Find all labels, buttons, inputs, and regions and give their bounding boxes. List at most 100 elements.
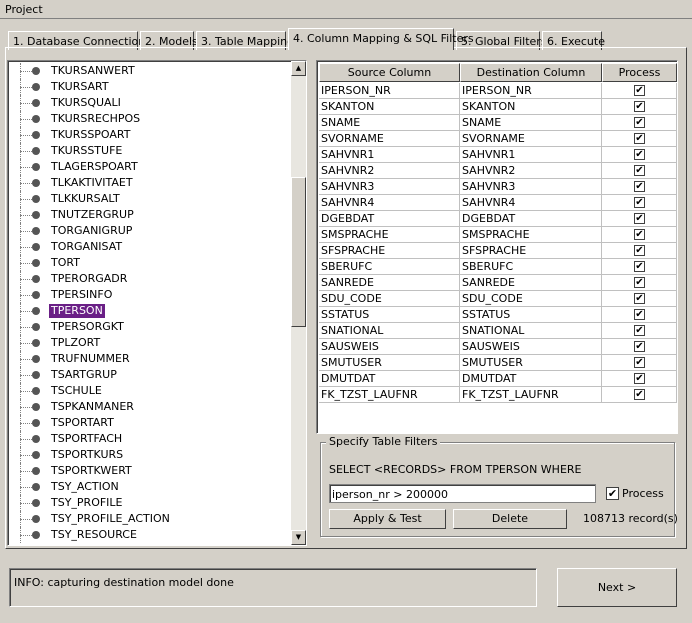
- source-cell[interactable]: SNATIONAL: [319, 323, 460, 339]
- tree-item[interactable]: TKURSSTUFE: [8, 143, 293, 159]
- source-cell[interactable]: IPERSON_NR: [319, 83, 460, 99]
- table-row[interactable]: IPERSON_NR IPERSON_NR ✔: [319, 83, 677, 99]
- process-checkbox[interactable]: ✔: [634, 293, 645, 304]
- process-checkbox[interactable]: ✔: [634, 213, 645, 224]
- process-checkbox[interactable]: ✔: [634, 165, 645, 176]
- table-row[interactable]: SAUSWEIS SAUSWEIS ✔: [319, 339, 677, 355]
- table-row[interactable]: SMUTUSER SMUTUSER ✔: [319, 355, 677, 371]
- tree-item[interactable]: TLKKURSALT: [8, 191, 293, 207]
- destination-cell[interactable]: SDU_CODE: [460, 291, 602, 307]
- source-cell[interactable]: SKANTON: [319, 99, 460, 115]
- tree-item[interactable]: TPERORGADR: [8, 271, 293, 287]
- source-cell[interactable]: SAUSWEIS: [319, 339, 460, 355]
- destination-cell[interactable]: SAHVNR4: [460, 195, 602, 211]
- source-cell[interactable]: SAHVNR1: [319, 147, 460, 163]
- tree-item[interactable]: TORGANIGRUP: [8, 223, 293, 239]
- source-cell[interactable]: DMUTDAT: [319, 371, 460, 387]
- destination-cell[interactable]: SMSPRACHE: [460, 227, 602, 243]
- destination-cell[interactable]: SMUTUSER: [460, 355, 602, 371]
- table-row[interactable]: SKANTON SKANTON ✔: [319, 99, 677, 115]
- destination-cell[interactable]: SVORNAME: [460, 131, 602, 147]
- tree-item[interactable]: TSY_RESOURCE: [8, 527, 293, 543]
- destination-cell[interactable]: SSTATUS: [460, 307, 602, 323]
- process-checkbox[interactable]: ✔: [634, 389, 645, 400]
- source-cell[interactable]: SDU_CODE: [319, 291, 460, 307]
- source-cell[interactable]: SMUTUSER: [319, 355, 460, 371]
- destination-cell[interactable]: SNATIONAL: [460, 323, 602, 339]
- tree-item[interactable]: TKURSART: [8, 79, 293, 95]
- tree-item[interactable]: TKURSRECHPOS: [8, 111, 293, 127]
- tree-item[interactable]: TSY_PROFILE: [8, 495, 293, 511]
- destination-cell[interactable]: SBERUFC: [460, 259, 602, 275]
- destination-cell[interactable]: SANREDE: [460, 275, 602, 291]
- scroll-thumb[interactable]: [291, 177, 306, 327]
- table-row[interactable]: SMSPRACHE SMSPRACHE ✔: [319, 227, 677, 243]
- tree-item[interactable]: TPERSINFO: [8, 287, 293, 303]
- process-checkbox[interactable]: ✔: [634, 357, 645, 368]
- source-cell[interactable]: SSTATUS: [319, 307, 460, 323]
- tree-item[interactable]: TSY_ACTION: [8, 479, 293, 495]
- source-cell[interactable]: DGEBDAT: [319, 211, 460, 227]
- tree-item[interactable]: TSARTGRUP: [8, 367, 293, 383]
- tree-item[interactable]: TRUFNUMMER: [8, 351, 293, 367]
- source-cell[interactable]: FK_TZST_LAUFNR: [319, 387, 460, 403]
- destination-cell[interactable]: SAHVNR1: [460, 147, 602, 163]
- tree-item[interactable]: TKURSANWERT: [8, 63, 293, 79]
- source-cell[interactable]: SMSPRACHE: [319, 227, 460, 243]
- destination-cell[interactable]: FK_TZST_LAUFNR: [460, 387, 602, 403]
- apply-test-button[interactable]: Apply & Test: [329, 509, 446, 529]
- process-checkbox[interactable]: ✔: [634, 229, 645, 240]
- process-checkbox[interactable]: ✔: [634, 373, 645, 384]
- table-row[interactable]: SDU_CODE SDU_CODE ✔: [319, 291, 677, 307]
- destination-column-header[interactable]: Destination Column: [460, 63, 602, 82]
- destination-cell[interactable]: SAHVNR3: [460, 179, 602, 195]
- process-checkbox[interactable]: ✔: [634, 181, 645, 192]
- filter-process-checkbox[interactable]: ✔: [606, 487, 619, 500]
- delete-button[interactable]: Delete: [453, 509, 567, 529]
- process-checkbox[interactable]: ✔: [634, 197, 645, 208]
- tree-item[interactable]: TSPORTFACH: [8, 431, 293, 447]
- process-checkbox[interactable]: ✔: [634, 261, 645, 272]
- table-row[interactable]: SVORNAME SVORNAME ✔: [319, 131, 677, 147]
- table-row[interactable]: DMUTDAT DMUTDAT ✔: [319, 371, 677, 387]
- process-header[interactable]: Process: [602, 63, 677, 82]
- destination-cell[interactable]: DGEBDAT: [460, 211, 602, 227]
- tree-item[interactable]: TORT: [8, 255, 293, 271]
- tree-item[interactable]: TLKAKTIVITAET: [8, 175, 293, 191]
- process-checkbox[interactable]: ✔: [634, 149, 645, 160]
- process-checkbox[interactable]: ✔: [634, 133, 645, 144]
- tree-item[interactable]: TSPKANMANER: [8, 399, 293, 415]
- destination-cell[interactable]: IPERSON_NR: [460, 83, 602, 99]
- source-cell[interactable]: SANREDE: [319, 275, 460, 291]
- scroll-up-button[interactable]: ▲: [291, 61, 306, 76]
- tree-item[interactable]: TPERSON: [8, 303, 293, 319]
- tree-scrollbar[interactable]: ▲ ▼: [291, 61, 306, 545]
- table-row[interactable]: SNAME SNAME ✔: [319, 115, 677, 131]
- process-checkbox[interactable]: ✔: [634, 85, 645, 96]
- tree-item[interactable]: TSPORTART: [8, 415, 293, 431]
- process-checkbox[interactable]: ✔: [634, 309, 645, 320]
- process-checkbox[interactable]: ✔: [634, 325, 645, 336]
- tree-item[interactable]: TKURSSPOART: [8, 127, 293, 143]
- process-checkbox[interactable]: ✔: [634, 341, 645, 352]
- source-cell[interactable]: SAHVNR4: [319, 195, 460, 211]
- process-checkbox[interactable]: ✔: [634, 117, 645, 128]
- destination-cell[interactable]: SFSPRACHE: [460, 243, 602, 259]
- tree-item[interactable]: TSPORTKURS: [8, 447, 293, 463]
- tree-item[interactable]: TKURSQUALI: [8, 95, 293, 111]
- source-cell[interactable]: SBERUFC: [319, 259, 460, 275]
- table-row[interactable]: SAHVNR2 SAHVNR2 ✔: [319, 163, 677, 179]
- process-checkbox[interactable]: ✔: [634, 277, 645, 288]
- table-row[interactable]: FK_TZST_LAUFNR FK_TZST_LAUFNR ✔: [319, 387, 677, 403]
- tree-item[interactable]: TSY_PROFILE_ACTION: [8, 511, 293, 527]
- source-cell[interactable]: SVORNAME: [319, 131, 460, 147]
- table-row[interactable]: SNATIONAL SNATIONAL ✔: [319, 323, 677, 339]
- source-cell[interactable]: SFSPRACHE: [319, 243, 460, 259]
- tree-item[interactable]: TNUTZERGRUP: [8, 207, 293, 223]
- process-checkbox[interactable]: ✔: [634, 101, 645, 112]
- source-cell[interactable]: SAHVNR3: [319, 179, 460, 195]
- destination-cell[interactable]: SAHVNR2: [460, 163, 602, 179]
- tree-item[interactable]: TLAGERSPOART: [8, 159, 293, 175]
- table-row[interactable]: SFSPRACHE SFSPRACHE ✔: [319, 243, 677, 259]
- table-row[interactable]: SAHVNR3 SAHVNR3 ✔: [319, 179, 677, 195]
